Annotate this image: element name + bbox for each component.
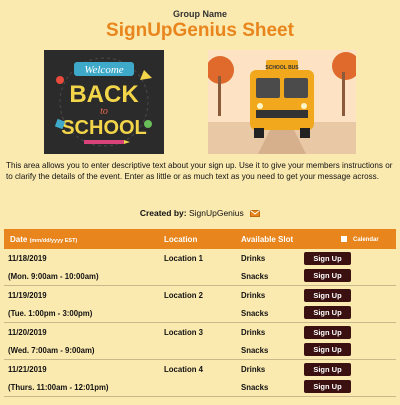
bus-sign-text: SCHOOL BUS: [265, 65, 299, 71]
slot-drinks: Drinks: [241, 254, 266, 263]
row-time: (Mon. 9:00am - 10:00am): [8, 272, 99, 281]
slot-drinks: Drinks: [241, 365, 266, 374]
slot-snacks: Snacks: [241, 309, 269, 318]
calendar-icon: [341, 236, 347, 242]
school-bus-image: SCHOOL BUS: [208, 50, 356, 154]
sign-up-button[interactable]: Sign Up: [304, 289, 351, 302]
created-by-label: Created by:: [139, 208, 187, 218]
slot-snacks: Snacks: [241, 346, 269, 355]
sign-up-description: This area allows you to enter descriptiv…: [6, 161, 393, 181]
slot-drinks: Drinks: [241, 291, 266, 300]
table-row: 11/19/2019 (Tue. 1:00pm - 3:00pm) Locati…: [4, 286, 396, 323]
mail-icon[interactable]: [250, 209, 261, 219]
sign-up-button[interactable]: Sign Up: [304, 343, 351, 356]
row-time: (Tue. 1:00pm - 3:00pm): [8, 309, 93, 318]
table-header: Date (mm/dd/yyyy EST) Location Available…: [4, 229, 396, 249]
row-date: 11/20/2019: [8, 328, 47, 337]
created-by: Created by: SignUpGenius: [0, 208, 400, 219]
sign-up-button[interactable]: Sign Up: [304, 252, 351, 265]
to-text: to: [100, 106, 108, 117]
row-date: 11/21/2019: [8, 365, 47, 374]
back-text: BACK: [69, 81, 139, 108]
row-date: 11/18/2019: [8, 254, 47, 263]
sign-up-button[interactable]: Sign Up: [304, 326, 351, 339]
page-title: SignUpGenius Sheet: [106, 20, 294, 41]
location-column-header: Location: [164, 235, 198, 244]
school-text: SCHOOL: [61, 117, 147, 139]
row-location: Location 2: [164, 291, 203, 300]
calendar-link[interactable]: Calendar: [341, 236, 379, 243]
welcome-text: Welcome: [84, 64, 123, 76]
sign-up-button[interactable]: Sign Up: [304, 269, 351, 282]
slot-column-header: Available Slot: [241, 235, 294, 244]
sign-up-button[interactable]: Sign Up: [304, 363, 351, 376]
row-date: 11/19/2019: [8, 291, 47, 300]
row-time: (Wed. 7:00am - 9:00am): [8, 346, 95, 355]
row-location: Location 4: [164, 365, 203, 374]
back-to-school-image: Welcome BACK to SCHOOL: [44, 50, 164, 154]
table-row: 11/20/2019 (Wed. 7:00am - 9:00am) Locati…: [4, 323, 396, 360]
slot-drinks: Drinks: [241, 328, 266, 337]
table-row: 11/21/2019 (Thurs. 11:00am - 12:01pm) Lo…: [4, 360, 396, 397]
row-time: (Thurs. 11:00am - 12:01pm): [8, 383, 109, 392]
slot-table: 11/18/2019 (Mon. 9:00am - 10:00am) Locat…: [4, 249, 396, 397]
sign-up-button[interactable]: Sign Up: [304, 306, 351, 319]
row-location: Location 1: [164, 254, 203, 263]
creator-name: SignUpGenius: [188, 208, 244, 218]
slot-snacks: Snacks: [241, 272, 269, 281]
table-row: 11/18/2019 (Mon. 9:00am - 10:00am) Locat…: [4, 249, 396, 286]
group-name: Group Name: [172, 9, 227, 19]
row-location: Location 3: [164, 328, 203, 337]
slot-snacks: Snacks: [241, 383, 269, 392]
date-column-header: Date (mm/dd/yyyy EST): [10, 235, 78, 244]
sign-up-button[interactable]: Sign Up: [304, 380, 351, 393]
